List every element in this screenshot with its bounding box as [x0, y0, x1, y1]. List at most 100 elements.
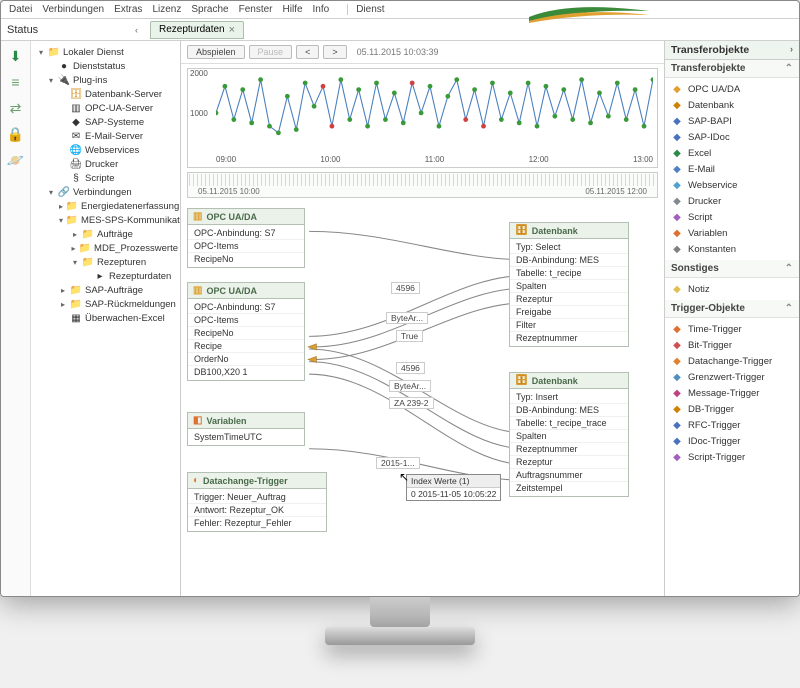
palette-item[interactable]: ◆Datachange-Trigger: [665, 353, 799, 369]
palette-item[interactable]: ◆E-Mail: [665, 161, 799, 177]
tree-item[interactable]: ▾🔌Plug-ins: [33, 73, 178, 87]
palette-item[interactable]: ◆Script-Trigger: [665, 449, 799, 465]
node-row: Typ: Select: [510, 241, 628, 253]
ytick: 2000: [190, 69, 208, 78]
sap-icon: ◆: [671, 115, 683, 127]
palette-item[interactable]: ◆Grenzwert-Trigger: [665, 369, 799, 385]
edge-label: True: [396, 330, 423, 342]
palette-item[interactable]: ◆Webservice: [665, 177, 799, 193]
tree-item[interactable]: ▦Überwachen-Excel: [33, 311, 178, 325]
edge-label: ByteAr...: [386, 312, 428, 324]
tree-item[interactable]: ▾🔗Verbindungen: [33, 185, 178, 199]
palette-item[interactable]: ◆Bit-Trigger: [665, 337, 799, 353]
palette-item[interactable]: ◆SAP-IDoc: [665, 129, 799, 145]
menu-fenster[interactable]: Fenster: [239, 4, 273, 15]
tooltip: Index Werte (1) 0 2015-11-05 10:05:22: [406, 474, 501, 501]
node-row: Rezeptnummer: [510, 442, 628, 455]
edge-label: 4596: [391, 282, 420, 294]
transfer-icon[interactable]: ⇄: [7, 99, 25, 117]
palette-item[interactable]: ◆Time-Trigger: [665, 321, 799, 337]
menu-sprache[interactable]: Sprache: [191, 4, 228, 15]
tree-item[interactable]: ▸📁MDE_Prozesswerte: [33, 241, 178, 255]
menu-extras[interactable]: Extras: [114, 4, 142, 15]
filter-icon[interactable]: ≡: [7, 73, 25, 91]
palette-item[interactable]: ◆Notiz: [665, 281, 799, 297]
palette-item[interactable]: ◆SAP-BAPI: [665, 113, 799, 129]
opc-icon: ▥: [193, 211, 202, 222]
node-variablen[interactable]: ◧Variablen SystemTimeUTC: [187, 412, 305, 446]
diagram-area[interactable]: ▥OPC UA/DA OPC-Anbindung: S7OPC-ItemsRec…: [181, 202, 664, 572]
tree-item[interactable]: ▾📁Lokaler Dienst: [33, 45, 178, 59]
tree-item[interactable]: §Scripte: [33, 171, 178, 185]
globe-icon[interactable]: 🪐: [7, 151, 25, 169]
tree-item[interactable]: ▸📁Energiedatenerfassung: [33, 199, 178, 213]
palette-item[interactable]: ◆Datenbank: [665, 97, 799, 113]
menu-dienst[interactable]: Dienst: [347, 4, 384, 15]
var-icon: ◆: [671, 227, 683, 239]
dropbox-icon[interactable]: ⬇: [7, 47, 25, 65]
tree-item[interactable]: ▸📁SAP-Rückmeldungen: [33, 297, 178, 311]
node-row: RecipeNo: [188, 252, 304, 265]
variable-icon: ◧: [193, 415, 202, 426]
palette-item[interactable]: ◆Variablen: [665, 225, 799, 241]
palette-item[interactable]: ◆DB-Trigger: [665, 401, 799, 417]
node-row: Typ: Insert: [510, 391, 628, 403]
panel-collapse-icon[interactable]: ‹: [135, 25, 138, 35]
tree-item[interactable]: 🗄Datenbank-Server: [33, 87, 178, 101]
node-opc-2[interactable]: ▥OPC UA/DA OPC-Anbindung: S7OPC-ItemsRec…: [187, 282, 305, 381]
note-icon: ◆: [671, 283, 683, 295]
menu-hilfe[interactable]: Hilfe: [283, 4, 303, 15]
tree-item[interactable]: ●Dienststatus: [33, 59, 178, 73]
status-panel-title: Status‹: [1, 24, 144, 36]
tree-item[interactable]: 🌐Webservices: [33, 143, 178, 157]
tree-item[interactable]: ▸📁SAP-Aufträge: [33, 283, 178, 297]
lock-icon[interactable]: 🔒: [7, 125, 25, 143]
tab-rezepturdaten[interactable]: Rezepturdaten ×: [150, 21, 244, 39]
node-row: Rezeptnummer: [510, 331, 628, 344]
opc-icon: ▥: [193, 285, 202, 296]
palette-item[interactable]: ◆Konstanten: [665, 241, 799, 257]
menu-datei[interactable]: Datei: [9, 4, 32, 15]
node-datenbank-2[interactable]: 🗄Datenbank Typ: InsertDB-Anbindung: MEST…: [509, 372, 629, 497]
idoc-icon: ◆: [671, 435, 683, 447]
palette-item[interactable]: ◆OPC UA/DA: [665, 81, 799, 97]
tab-close-icon[interactable]: ×: [229, 24, 235, 36]
tree-item[interactable]: ✉E-Mail-Server: [33, 129, 178, 143]
menu-lizenz[interactable]: Lizenz: [152, 4, 181, 15]
palette-item[interactable]: ◆Excel: [665, 145, 799, 161]
tree-item[interactable]: ▾📁Rezepturen: [33, 255, 178, 269]
tree-item[interactable]: ▸📁Aufträge: [33, 227, 178, 241]
center-panel: Laufzeit Abspielen Pause < > 05.11.2015 …: [181, 41, 664, 596]
node-row: OPC-Items: [188, 313, 304, 326]
node-row: Recipe: [188, 339, 304, 352]
tree-item[interactable]: 🖨Drucker: [33, 157, 178, 171]
prev-button[interactable]: <: [296, 45, 319, 59]
palette-item[interactable]: ◆RFC-Trigger: [665, 417, 799, 433]
node-datachange-trigger[interactable]: ◐Datachange-Trigger Trigger: Neuer_Auftr…: [187, 472, 327, 532]
pause-button[interactable]: Pause: [249, 45, 293, 59]
database-icon: 🗄: [515, 225, 528, 236]
tree-item[interactable]: ▾📁MES-SPS-Kommunikation: [33, 213, 178, 227]
tree-item[interactable]: ▸Rezepturdaten: [33, 269, 178, 283]
node-datenbank-1[interactable]: 🗄Datenbank Typ: SelectDB-Anbindung: MEST…: [509, 222, 629, 347]
panel-collapse-icon[interactable]: ›: [790, 44, 793, 56]
palette-item[interactable]: ◆Script: [665, 209, 799, 225]
menu-info[interactable]: Info: [313, 4, 330, 15]
node-row: Tabelle: t_recipe: [510, 266, 628, 279]
play-button[interactable]: Abspielen: [187, 45, 245, 59]
tree-panel: ▾📁Lokaler Dienst●Dienststatus▾🔌Plug-ins🗄…: [31, 41, 181, 596]
dc-icon: ◆: [671, 355, 683, 367]
palette-item[interactable]: ◆IDoc-Trigger: [665, 433, 799, 449]
next-button[interactable]: >: [323, 45, 346, 59]
palette-item[interactable]: ◆Drucker: [665, 193, 799, 209]
node-opc-1[interactable]: ▥OPC UA/DA OPC-Anbindung: S7OPC-ItemsRec…: [187, 208, 305, 268]
database-icon: 🗄: [515, 375, 528, 386]
right-panel-header: Transferobjekte: [671, 44, 749, 56]
tree-item[interactable]: ▥OPC-UA-Server: [33, 101, 178, 115]
tree-item[interactable]: ◆SAP-Systeme: [33, 115, 178, 129]
palette-item[interactable]: ◆Message-Trigger: [665, 385, 799, 401]
menu-verbindungen[interactable]: Verbindungen: [42, 4, 104, 15]
scrub-bar[interactable]: 05.11.2015 10:00 05.11.2015 12:00: [187, 172, 658, 198]
node-row: Rezeptur: [510, 292, 628, 305]
dbt-icon: ◆: [671, 403, 683, 415]
